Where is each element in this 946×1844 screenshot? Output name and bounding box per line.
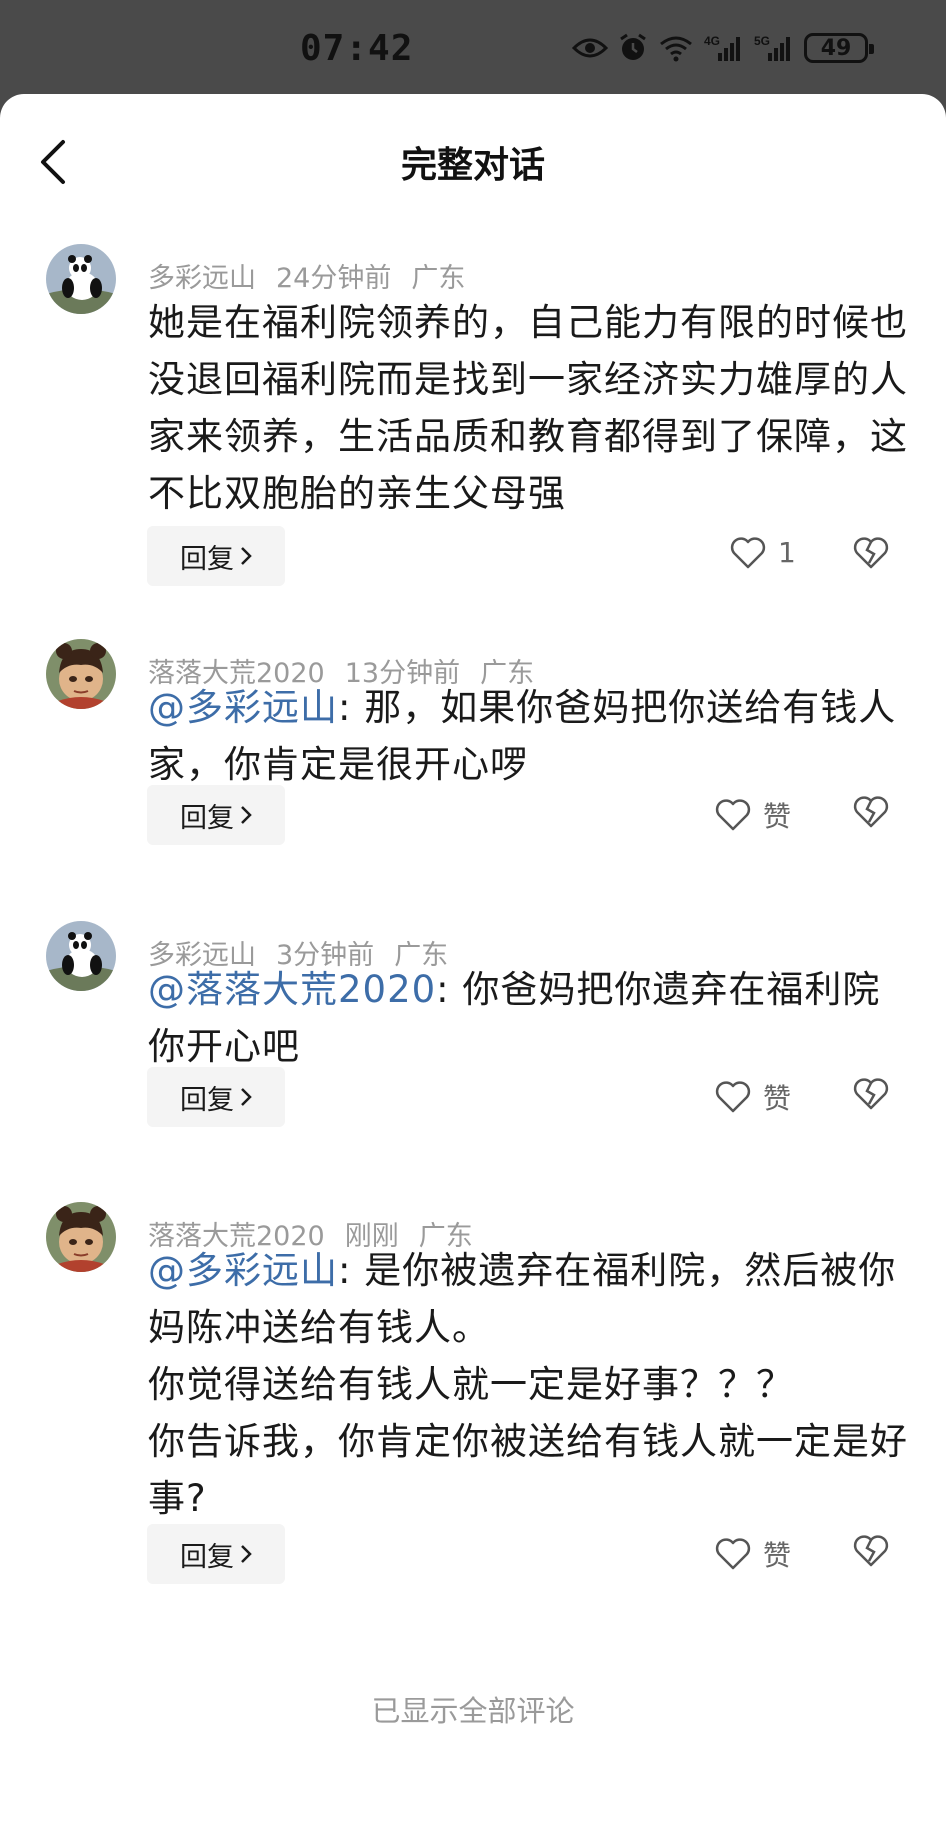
heart-icon: [730, 536, 766, 568]
header: 完整对话: [0, 94, 946, 224]
comment-text: 她是在福利院领养的，自己能力有限的时候也没退回福利院而是找到一家经济实力雄厚的人…: [148, 301, 908, 515]
status-icons: 4G 5G 49: [572, 30, 874, 66]
reply-label: 回复: [180, 1084, 234, 1116]
like-button[interactable]: 赞: [715, 795, 791, 835]
mention-link[interactable]: @落落大荒2020: [148, 968, 436, 1011]
avatar[interactable]: [46, 921, 116, 991]
chevron-right-icon: [241, 1545, 252, 1563]
broken-heart-icon: [853, 1535, 889, 1567]
reply-label: 回复: [180, 1541, 234, 1573]
broken-heart-icon: [853, 1078, 889, 1110]
comment-text: @多彩远山: 那，如果你爸妈把你送给有钱人家，你肯定是很开心啰: [148, 679, 908, 793]
wifi-icon: [658, 30, 694, 66]
eye-icon: [572, 30, 608, 66]
chevron-right-icon: [241, 806, 252, 824]
conversation-sheet: 完整对话 多彩远山 24分钟前 广东 她是在福利院领养的，自己能力有限的时候也没退回…: [0, 94, 946, 1844]
svg-text:4G: 4G: [704, 34, 720, 48]
like-button[interactable]: 赞: [715, 1534, 791, 1574]
dislike-button[interactable]: [852, 795, 890, 833]
cartoon-girl-avatar-icon: [46, 639, 116, 709]
heart-icon: [715, 1081, 751, 1113]
reply-button[interactable]: 回复: [147, 1067, 285, 1127]
alarm-icon: [618, 30, 648, 66]
heart-icon: [715, 1538, 751, 1570]
like-label: 赞: [763, 800, 792, 833]
reply-button[interactable]: 回复: [147, 785, 285, 845]
reply-label: 回复: [180, 543, 234, 575]
reply-button[interactable]: 回复: [147, 1524, 285, 1584]
panda-avatar-icon: [46, 921, 116, 991]
avatar[interactable]: [46, 639, 116, 709]
like-button[interactable]: 赞: [715, 1077, 791, 1117]
comment-text: @多彩远山: 是你被遗弃在福利院，然后被你妈陈冲送给有钱人。 你觉得送给有钱人就…: [148, 1242, 908, 1527]
battery-indicator: 49: [804, 33, 874, 63]
chevron-right-icon: [241, 547, 252, 565]
signal-5g-icon: 5G: [754, 30, 794, 66]
like-button[interactable]: 1: [730, 536, 796, 569]
dislike-button[interactable]: [852, 1534, 890, 1572]
reply-button[interactable]: 回复: [147, 526, 285, 586]
signal-4g-icon: 4G: [704, 30, 744, 66]
broken-heart-icon: [853, 796, 889, 828]
comment-time: 24分钟前: [276, 263, 392, 294]
dislike-button[interactable]: [852, 1077, 890, 1115]
dislike-button[interactable]: [852, 536, 890, 574]
cartoon-girl-avatar-icon: [46, 1202, 116, 1272]
comment-text: @落落大荒2020: 你爸妈把你遗弃在福利院你开心吧: [148, 961, 908, 1075]
comment-location: 广东: [411, 263, 466, 294]
reply-label: 回复: [180, 802, 234, 834]
mention-link[interactable]: @多彩远山: [148, 686, 338, 729]
panda-avatar-icon: [46, 244, 116, 314]
avatar[interactable]: [46, 1202, 116, 1272]
mention-link[interactable]: @多彩远山: [148, 1249, 338, 1292]
status-time: 07:42: [300, 28, 414, 69]
like-label: 赞: [763, 1539, 792, 1572]
status-bar: 07:42 4G 5G 49: [0, 0, 946, 94]
comment-meta: 多彩远山 24分钟前 广东: [148, 256, 485, 295]
chevron-right-icon: [241, 1088, 252, 1106]
all-comments-shown-note: 已显示全部评论: [371, 1694, 575, 1728]
like-count: 1: [778, 536, 796, 569]
svg-text:5G: 5G: [754, 34, 770, 48]
comment-username[interactable]: 多彩远山: [148, 263, 256, 294]
heart-icon: [715, 799, 751, 831]
page-title: 完整对话: [400, 145, 545, 186]
avatar[interactable]: [46, 244, 116, 314]
like-label: 赞: [763, 1082, 792, 1115]
broken-heart-icon: [853, 537, 889, 569]
